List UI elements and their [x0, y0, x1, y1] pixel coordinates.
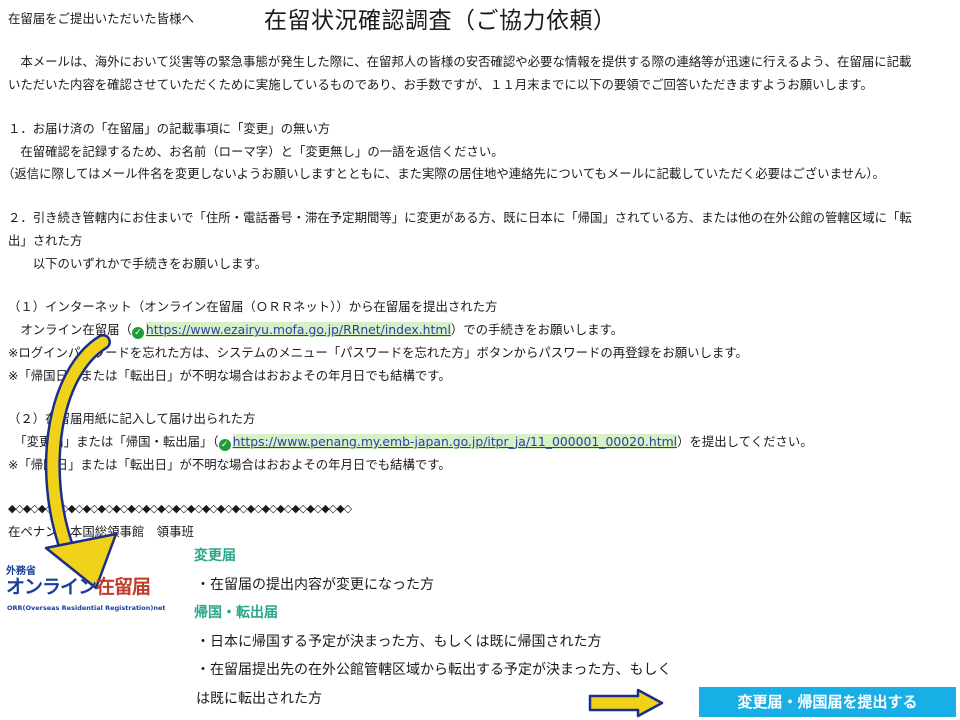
- logo-title: オンライン在留届: [6, 572, 151, 599]
- logo-subtitle: ORR(Overseas Residential Registration)ne…: [7, 604, 166, 612]
- return-form-heading: 帰国・転出届: [194, 605, 278, 621]
- logo-title-blue: オンライン: [6, 576, 97, 598]
- return-form-item-1: ・日本に帰国する予定が決まった方、もしくは既に帰国された方: [196, 634, 602, 650]
- logo-title-red: 在留届: [96, 576, 151, 598]
- return-form-item-2: ・在留届提出先の在外公館管轄区域から転出する予定が決まった方、もしく: [196, 662, 672, 678]
- change-form-heading: 変更届: [194, 548, 236, 564]
- right-arrow-icon: [588, 688, 664, 718]
- submit-change-return-button[interactable]: 変更届・帰国届を提出する: [699, 687, 956, 717]
- orr-net-logo: 外務省 オンライン在留届 ORR(Overseas Residential Re…: [4, 562, 166, 618]
- return-form-item-2-cont: は既に転出された方: [196, 691, 322, 707]
- change-form-item: ・在留届の提出内容が変更になった方: [196, 577, 434, 593]
